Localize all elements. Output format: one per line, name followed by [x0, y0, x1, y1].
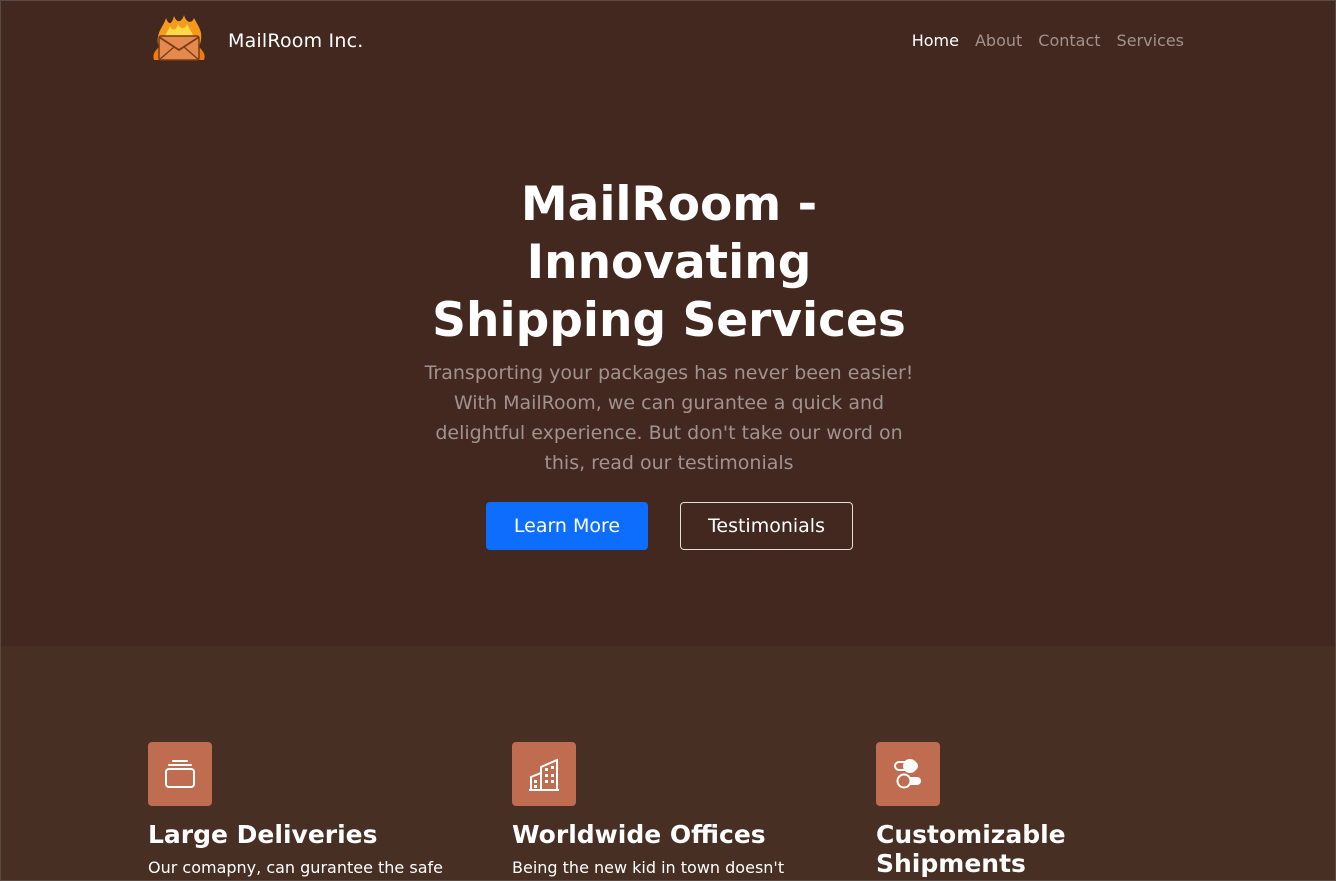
navbar: MailRoom Inc. Home About Contact Service…: [148, 14, 1188, 66]
feature-large-deliveries: Large Deliveries Our comapny, can gurant…: [148, 742, 468, 880]
learn-more-button[interactable]: Learn More: [486, 502, 648, 550]
nav-home-link[interactable]: Home: [912, 31, 959, 50]
nav-services-link[interactable]: Services: [1117, 31, 1184, 50]
feature-customizable-shipments: Customizable Shipments: [876, 742, 1196, 881]
hero-section: MailRoom Inc. Home About Contact Service…: [0, 0, 1336, 646]
hero-description: Transporting your packages has never bee…: [424, 362, 914, 474]
nav-about-link[interactable]: About: [975, 31, 1022, 50]
building-icon: [512, 742, 576, 806]
main-nav: Home About Contact Services: [912, 31, 1184, 50]
nav-contact-link[interactable]: Contact: [1038, 31, 1100, 50]
mail-fire-logo[interactable]: [152, 14, 206, 64]
toggles-icon: [876, 742, 940, 806]
collection-icon: [148, 742, 212, 806]
feature-title: Customizable Shipments: [876, 820, 1066, 878]
hero-title: MailRoom - Innovating Shipping Services: [432, 177, 906, 348]
feature-title: Worldwide Offices: [512, 820, 766, 849]
testimonials-button[interactable]: Testimonials: [680, 502, 853, 550]
feature-text: Being the new kid in town doesn't: [512, 858, 785, 877]
feature-title: Large Deliveries: [148, 820, 378, 849]
feature-worldwide-offices: Worldwide Offices Being the new kid in t…: [512, 742, 832, 880]
brand-name[interactable]: MailRoom Inc.: [228, 30, 363, 52]
feature-text: Our comapny, can gurantee the safe: [148, 858, 443, 877]
